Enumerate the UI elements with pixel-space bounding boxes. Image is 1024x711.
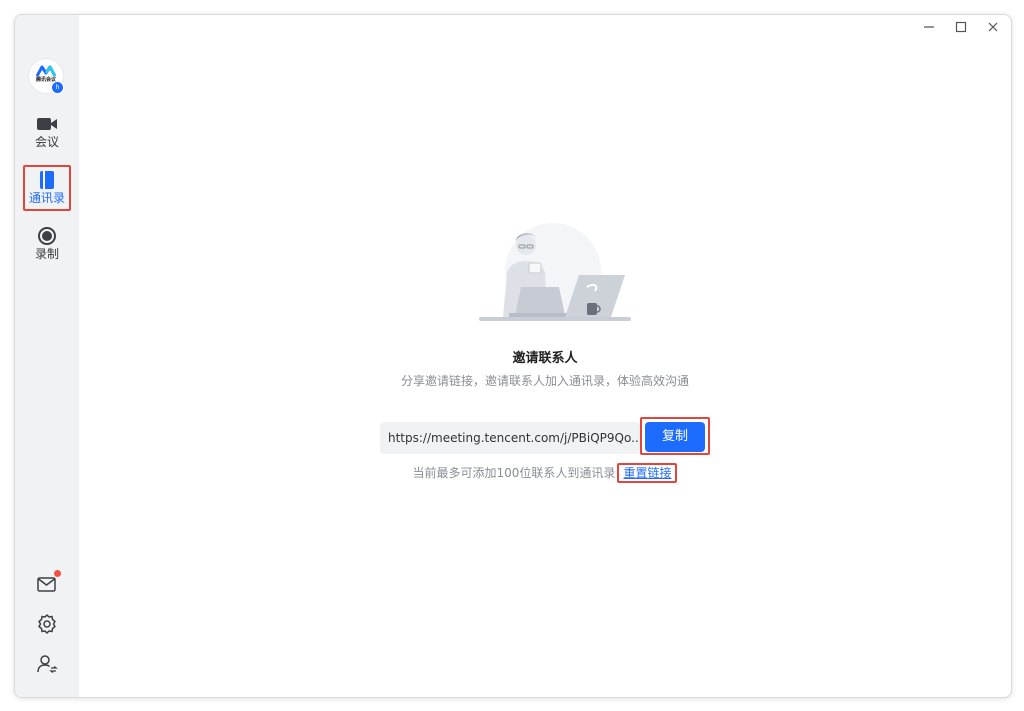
- copy-button[interactable]: 复制: [645, 422, 705, 452]
- main-content: 邀请联系人 分享邀请链接，邀请联系人加入通讯录，体验高效沟通 https://m…: [79, 15, 1011, 697]
- sidebar-item-recording[interactable]: 录制: [23, 223, 71, 267]
- contact-limit-text: 当前最多可添加100位联系人到通讯录: [412, 466, 616, 480]
- invite-illustration: [479, 223, 631, 321]
- page-title: 邀请联系人: [512, 351, 578, 366]
- invite-link-field[interactable]: https://meeting.tencent.com/j/PBiQP9Qo..…: [380, 422, 640, 454]
- copy-button-highlight: 复制: [640, 417, 710, 455]
- account-badge: h: [51, 81, 64, 94]
- switch-account-icon[interactable]: [35, 652, 59, 676]
- logo-icon: [36, 65, 56, 77]
- sidebar-item-meeting[interactable]: 会议: [23, 111, 71, 155]
- sidebar-item-label: 录制: [34, 247, 59, 261]
- sidebar: 腾讯会议 h 会议 通讯录 录制: [15, 15, 79, 697]
- notification-dot: [54, 570, 61, 577]
- gear-icon[interactable]: [35, 612, 59, 636]
- record-icon: [38, 227, 56, 245]
- page-subtitle: 分享邀请链接，邀请联系人加入通讯录，体验高效沟通: [400, 374, 689, 388]
- sidebar-item-label: 通讯录: [28, 191, 65, 205]
- reset-link-button[interactable]: 重置链接: [617, 463, 678, 483]
- app-logo[interactable]: 腾讯会议 h: [29, 59, 64, 94]
- video-camera-icon: [37, 118, 57, 130]
- invite-link-row: https://meeting.tencent.com/j/PBiQP9Qo..…: [380, 417, 714, 459]
- contacts-book-icon: [40, 171, 54, 189]
- sidebar-item-contacts[interactable]: 通讯录: [23, 165, 71, 211]
- sidebar-item-label: 会议: [34, 135, 59, 149]
- app-window: 腾讯会议 h 会议 通讯录 录制 邀请联系人 分享邀请链接，邀请联系人加入通讯录…: [14, 14, 1012, 698]
- contact-limit-row: 当前最多可添加100位联系人到通讯录 重置链接: [79, 462, 1011, 484]
